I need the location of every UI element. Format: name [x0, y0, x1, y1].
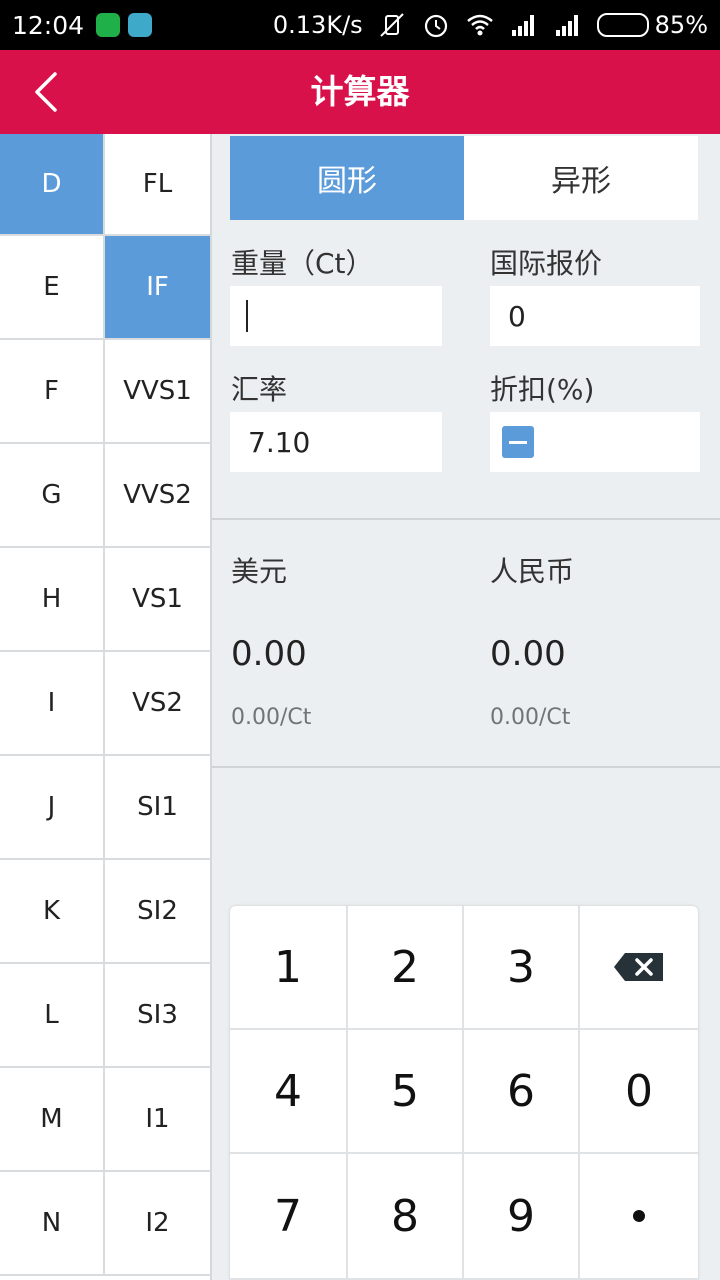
- alarm-icon: [424, 14, 447, 38]
- clarity-grade-vs2[interactable]: VS2: [105, 652, 210, 756]
- intl-price-label: 国际报价: [490, 247, 603, 280]
- color-grade-m[interactable]: M: [0, 1068, 105, 1172]
- digit-key-4[interactable]: 4: [230, 1030, 348, 1154]
- digit-key-0[interactable]: 0: [580, 1030, 698, 1154]
- exchange-rate-field[interactable]: 7.10: [230, 412, 442, 472]
- signal-icon: [511, 15, 534, 36]
- clarity-grade-vvs1[interactable]: VVS1: [105, 340, 210, 444]
- weight-label: 重量（Ct）: [231, 247, 374, 280]
- clarity-grade-fl[interactable]: FL: [105, 134, 210, 236]
- text-caret: [246, 300, 248, 332]
- app-header: 计算器: [0, 50, 720, 134]
- color-grade-h[interactable]: H: [0, 548, 105, 652]
- color-grade-f[interactable]: F: [0, 340, 105, 444]
- intl-price-field[interactable]: 0: [490, 286, 700, 346]
- color-grade-i[interactable]: I: [0, 652, 105, 756]
- color-grade-n[interactable]: N: [0, 1172, 105, 1276]
- discount-label: 折扣(%): [490, 373, 595, 406]
- exchange-rate-label: 汇率: [231, 373, 288, 406]
- divider: [212, 518, 720, 520]
- digit-key-9[interactable]: 9: [464, 1154, 580, 1280]
- divider: [212, 766, 720, 768]
- tab-fancy[interactable]: 异形: [464, 136, 698, 220]
- usd-per-ct: 0.00/Ct: [231, 705, 312, 730]
- battery-indicator: 85%: [596, 11, 708, 39]
- backspace-icon: [614, 953, 663, 981]
- discount-field[interactable]: [490, 412, 700, 472]
- clarity-grade-vvs2[interactable]: VVS2: [105, 444, 210, 548]
- grade-grid: D FL E IF F VVS1 G VVS2 H VS1 I VS2 J SI1 K SI2 L SI3 M I1 N…: [0, 134, 212, 1280]
- qq-icon: [128, 13, 153, 37]
- decimal-dot: [633, 1210, 645, 1222]
- usd-label: 美元: [231, 555, 288, 588]
- digit-key-7[interactable]: 7: [230, 1154, 348, 1280]
- digit-key-8[interactable]: 8: [348, 1154, 464, 1280]
- minus-icon: [509, 440, 527, 444]
- network-speed: 0.13K/s: [272, 11, 363, 39]
- color-grade-g[interactable]: G: [0, 444, 105, 548]
- battery-percent: 85%: [654, 11, 708, 39]
- digit-key-3[interactable]: 3: [464, 906, 580, 1030]
- battery-icon: [596, 13, 649, 37]
- clarity-grade-i2[interactable]: I2: [105, 1172, 210, 1276]
- minus-toggle-button[interactable]: [502, 426, 534, 458]
- weight-field[interactable]: [230, 286, 442, 346]
- color-grade-d[interactable]: D: [0, 134, 105, 236]
- clarity-grade-vs1[interactable]: VS1: [105, 548, 210, 652]
- digit-key-6[interactable]: 6: [464, 1030, 580, 1154]
- digit-key-5[interactable]: 5: [348, 1030, 464, 1154]
- exchange-rate-value: 7.10: [248, 425, 311, 459]
- tab-round[interactable]: 圆形: [230, 136, 464, 220]
- page-title: 计算器: [310, 72, 410, 111]
- color-grade-e[interactable]: E: [0, 236, 105, 340]
- wechat-icon: [96, 13, 121, 37]
- clarity-grade-si1[interactable]: SI1: [105, 756, 210, 860]
- status-bar: 12:04 0.13K/s 85%: [0, 0, 720, 50]
- vibrate-off-icon: [379, 13, 404, 37]
- clarity-grade-i1[interactable]: I1: [105, 1068, 210, 1172]
- clarity-grade-si2[interactable]: SI2: [105, 860, 210, 964]
- intl-price-value: 0: [508, 299, 526, 333]
- digit-key-1[interactable]: 1: [230, 906, 348, 1030]
- color-grade-k[interactable]: K: [0, 860, 105, 964]
- clarity-grade-if[interactable]: IF: [105, 236, 210, 340]
- usd-value: 0.00: [231, 634, 307, 674]
- shape-tabs: 圆形 异形: [230, 136, 698, 220]
- wifi-icon: [466, 14, 493, 36]
- signal-icon: [555, 15, 578, 36]
- digit-key-2[interactable]: 2: [348, 906, 464, 1030]
- clarity-grade-si3[interactable]: SI3: [105, 964, 210, 1068]
- status-time: 12:04: [12, 10, 85, 40]
- decimal-key[interactable]: [580, 1154, 698, 1280]
- color-grade-j[interactable]: J: [0, 756, 105, 860]
- color-grade-l[interactable]: L: [0, 964, 105, 1068]
- cny-per-ct: 0.00/Ct: [490, 705, 571, 730]
- cny-label: 人民币: [490, 555, 575, 588]
- numeric-keypad: 1234560 789: [230, 906, 698, 1280]
- backspace-key[interactable]: [580, 906, 698, 1030]
- cny-value: 0.00: [490, 634, 566, 674]
